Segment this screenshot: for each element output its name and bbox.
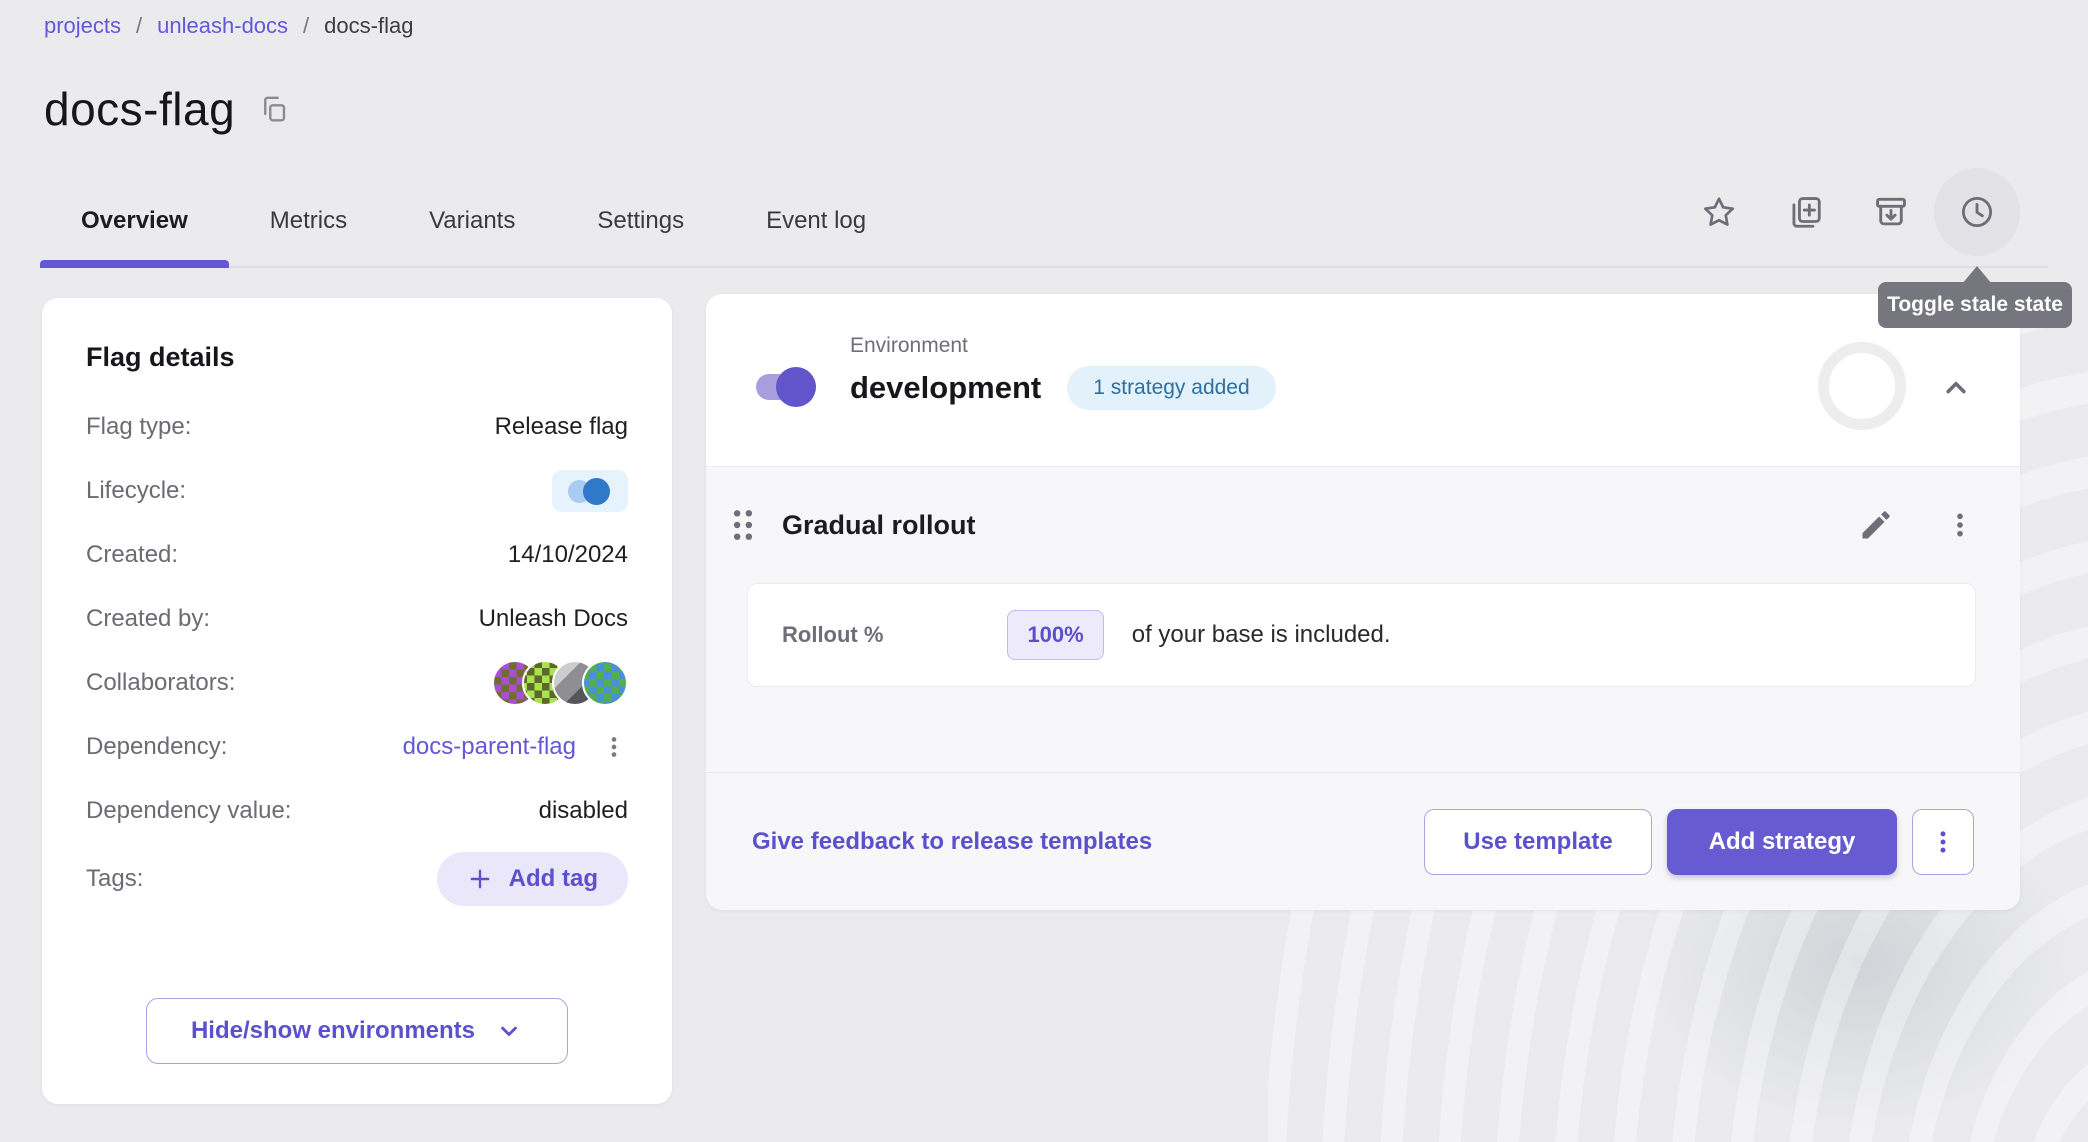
lifecycle-label: Lifecycle:	[86, 477, 186, 505]
footer-buttons: Use template Add strategy	[1424, 809, 1974, 875]
created-by-row: Created by: Unleash Docs	[42, 587, 672, 651]
flag-actions-toolbar	[1676, 168, 2020, 256]
use-template-button[interactable]: Use template	[1424, 809, 1652, 875]
chevron-down-icon	[495, 1017, 523, 1045]
dependency-value-value: disabled	[539, 797, 628, 825]
strategy-kebab-icon[interactable]	[1944, 509, 1976, 541]
tab-settings[interactable]: Settings	[556, 176, 725, 266]
archive-flag-button[interactable]	[1848, 168, 1934, 256]
page-title: docs-flag	[44, 82, 235, 136]
dependency-row: Dependency: docs-parent-flag	[42, 715, 672, 779]
environment-label: Environment	[850, 334, 968, 358]
toggle-stale-button[interactable]	[1934, 168, 2020, 256]
rollout-summary-card: Rollout % 100% of your base is included.	[747, 583, 1976, 687]
avatar[interactable]	[582, 660, 628, 706]
kebab-icon	[1928, 827, 1958, 857]
flag-type-label: Flag type:	[86, 413, 191, 441]
stale-state-tooltip: Toggle stale state	[1878, 282, 2072, 328]
environment-header: Environment development 1 strategy added	[706, 294, 2020, 467]
archive-icon	[1872, 193, 1910, 231]
strategy-count-badge: 1 strategy added	[1067, 366, 1275, 410]
add-strategy-button[interactable]: Add strategy	[1667, 809, 1897, 875]
tab-metrics[interactable]: Metrics	[229, 176, 388, 266]
drag-handle-icon[interactable]	[718, 506, 768, 544]
rollout-label: Rollout %	[782, 622, 883, 648]
hide-show-environments-button[interactable]: Hide/show environments	[146, 998, 568, 1064]
strategy-section: Gradual rollout Rollout % 100% of your b…	[706, 467, 2020, 772]
breadcrumb-separator: /	[136, 13, 142, 39]
dependency-flag-link[interactable]: docs-parent-flag	[403, 733, 576, 761]
rollout-percentage-chip: 100%	[1007, 610, 1103, 660]
clock-icon	[1958, 193, 1996, 231]
clone-flag-button[interactable]	[1762, 168, 1848, 256]
clone-icon	[1786, 193, 1824, 231]
rollout-description: of your base is included.	[1132, 621, 1391, 649]
dependency-label: Dependency:	[86, 733, 227, 761]
dependency-value-row: Dependency value: disabled	[42, 779, 672, 843]
lifecycle-live-dot	[583, 478, 610, 505]
lifecycle-row: Lifecycle:	[42, 459, 672, 523]
environment-name-row: development 1 strategy added	[850, 366, 1276, 410]
created-by-value: Unleash Docs	[479, 605, 628, 633]
page-header: docs-flag	[44, 82, 289, 136]
copy-name-icon[interactable]	[259, 94, 289, 124]
collaborator-avatars	[492, 660, 628, 706]
breadcrumb-projects[interactable]: projects	[44, 13, 121, 39]
flag-details-title: Flag details	[86, 342, 628, 373]
created-label: Created:	[86, 541, 178, 569]
strategy-actions	[1858, 507, 1976, 543]
collaborators-label: Collaborators:	[86, 669, 235, 697]
metrics-ring	[1818, 342, 1906, 430]
created-row: Created: 14/10/2024	[42, 523, 672, 587]
star-icon	[1701, 194, 1737, 230]
collaborators-row: Collaborators:	[42, 651, 672, 715]
collapse-environment-button[interactable]	[1928, 360, 1984, 416]
chevron-up-icon	[1939, 371, 1973, 405]
environment-footer: Give feedback to release templates Use t…	[706, 772, 2020, 910]
tab-overview[interactable]: Overview	[40, 176, 229, 266]
tags-row: Tags: Add tag	[42, 843, 672, 915]
add-tag-label: Add tag	[509, 865, 598, 893]
add-tag-button[interactable]: Add tag	[437, 852, 628, 906]
tags-label: Tags:	[86, 865, 143, 893]
flag-type-row: Flag type: Release flag	[42, 395, 672, 459]
breadcrumb-project-name[interactable]: unleash-docs	[157, 13, 288, 39]
strategy-title: Gradual rollout	[782, 510, 976, 541]
breadcrumb: projects / unleash-docs / docs-flag	[44, 13, 413, 39]
environment-toggle[interactable]	[756, 374, 810, 400]
tab-variants[interactable]: Variants	[388, 176, 556, 266]
breadcrumb-current: docs-flag	[324, 13, 413, 39]
tab-event-log[interactable]: Event log	[725, 176, 907, 266]
flag-details-card: Flag details Flag type: Release flag Lif…	[42, 298, 672, 1104]
environment-card: Environment development 1 strategy added	[706, 294, 2020, 910]
favorite-button[interactable]	[1676, 168, 1762, 256]
edit-strategy-button[interactable]	[1858, 507, 1894, 543]
footer-kebab-button[interactable]	[1912, 809, 1974, 875]
dependency-value-label: Dependency value:	[86, 797, 291, 825]
strategy-header: Gradual rollout	[706, 467, 2020, 583]
flag-details-rows: Flag type: Release flag Lifecycle: Creat…	[42, 395, 672, 915]
environment-name: development	[850, 370, 1041, 406]
release-templates-feedback-link[interactable]: Give feedback to release templates	[752, 828, 1152, 856]
lifecycle-live-badge[interactable]	[552, 470, 628, 512]
plus-icon	[467, 866, 493, 892]
dependency-value-group: docs-parent-flag	[403, 733, 628, 761]
flag-type-value: Release flag	[495, 413, 628, 441]
breadcrumb-separator: /	[303, 13, 309, 39]
dependency-kebab-icon[interactable]	[600, 733, 628, 761]
toggle-thumb	[776, 367, 816, 407]
created-by-label: Created by:	[86, 605, 210, 633]
hide-show-environments-label: Hide/show environments	[191, 1017, 475, 1045]
created-value: 14/10/2024	[508, 541, 628, 569]
